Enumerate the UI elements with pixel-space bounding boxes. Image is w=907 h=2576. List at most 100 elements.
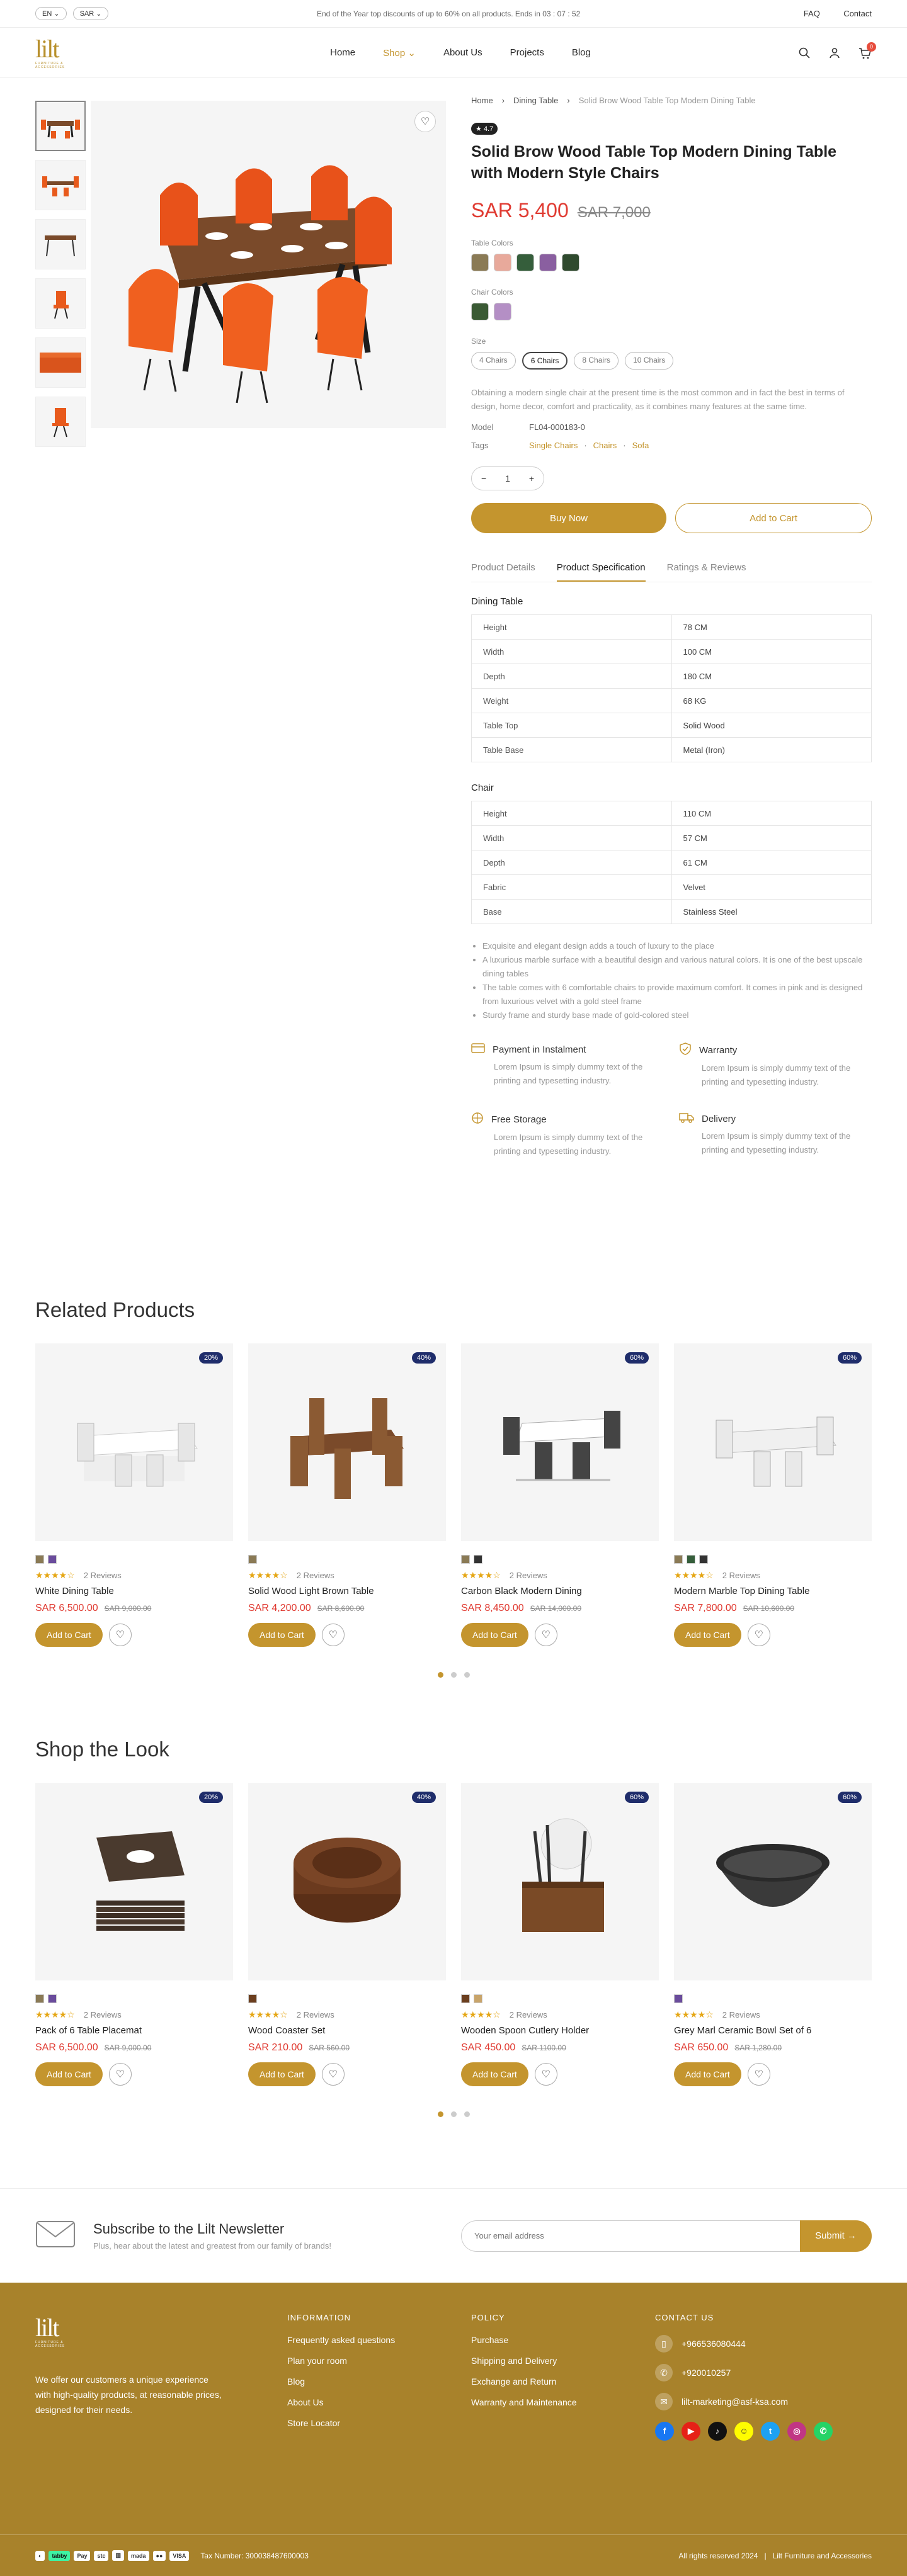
product-name[interactable]: Solid Wood Light Brown Table bbox=[248, 1586, 446, 1596]
tiktok-icon[interactable]: ♪ bbox=[708, 2422, 727, 2441]
phone-link[interactable]: +920010257 bbox=[682, 2368, 731, 2378]
tag-link[interactable]: Chairs bbox=[593, 441, 617, 450]
faq-link[interactable]: FAQ bbox=[804, 9, 820, 18]
tag-link[interactable]: Single Chairs bbox=[529, 441, 578, 450]
quantity-value[interactable]: 1 bbox=[505, 473, 510, 483]
product-card[interactable]: 40% ★★★★☆ 2 Reviews Wood Coaster Set SAR … bbox=[248, 1783, 446, 2086]
product-card[interactable]: 60% ★★★★☆ 2 Reviews Modern Marble Top Din… bbox=[674, 1343, 872, 1647]
tab-product-specification[interactable]: Product Specification bbox=[556, 562, 646, 582]
tab-product-details[interactable]: Product Details bbox=[471, 562, 535, 582]
color-swatch[interactable] bbox=[471, 303, 489, 320]
wishlist-button[interactable]: ♡ bbox=[747, 2063, 770, 2086]
footer-logo[interactable]: lilt FURNITURE & ACCESSORIES bbox=[35, 2313, 79, 2351]
product-image[interactable]: 60% bbox=[461, 1783, 659, 1980]
add-to-cart-button[interactable]: Add to Cart bbox=[675, 503, 872, 533]
size-option[interactable]: 8 Chairs bbox=[574, 352, 619, 370]
product-image[interactable]: 60% bbox=[674, 1343, 872, 1541]
wishlist-button[interactable]: ♡ bbox=[108, 2063, 132, 2086]
color-swatch[interactable] bbox=[562, 254, 579, 271]
color-swatch[interactable] bbox=[516, 254, 534, 271]
wishlist-button[interactable]: ♡ bbox=[321, 1624, 345, 1646]
nav-home[interactable]: Home bbox=[330, 47, 355, 59]
add-to-cart-button[interactable]: Add to Cart bbox=[35, 1623, 103, 1647]
color-swatch[interactable] bbox=[494, 254, 511, 271]
carousel-dot[interactable] bbox=[450, 2111, 457, 2117]
nav-shop[interactable]: Shop ⌄ bbox=[383, 47, 416, 59]
whatsapp-icon[interactable]: ✆ bbox=[814, 2422, 833, 2441]
size-option[interactable]: 4 Chairs bbox=[471, 352, 516, 370]
carousel-dot[interactable] bbox=[464, 1672, 470, 1678]
snapchat-icon[interactable]: ☺ bbox=[734, 2422, 753, 2441]
carousel-dot[interactable] bbox=[450, 1672, 457, 1678]
thumbnail[interactable] bbox=[35, 397, 86, 447]
wishlist-button[interactable]: ♡ bbox=[747, 1624, 770, 1646]
carousel-dot[interactable] bbox=[437, 1672, 443, 1678]
tag-link[interactable]: Sofa bbox=[632, 441, 649, 450]
footer-link[interactable]: Shipping and Delivery bbox=[471, 2356, 577, 2366]
footer-link[interactable]: Warranty and Maintenance bbox=[471, 2397, 577, 2407]
product-image[interactable]: 20% bbox=[35, 1783, 233, 1980]
footer-link[interactable]: Plan your room bbox=[287, 2356, 395, 2366]
color-swatch[interactable] bbox=[48, 1555, 57, 1564]
color-swatch[interactable] bbox=[674, 1555, 683, 1564]
product-card[interactable]: 20% ★★★★☆ 2 Reviews White Dining Table SA… bbox=[35, 1343, 233, 1647]
product-card[interactable]: 20% ★★★★☆ 2 Reviews Pack of 6 Table Place… bbox=[35, 1783, 233, 2086]
currency-select[interactable]: SAR ⌄ bbox=[72, 7, 109, 20]
color-swatch[interactable] bbox=[539, 254, 557, 271]
product-image[interactable]: 40% bbox=[248, 1783, 446, 1980]
product-image[interactable]: 60% bbox=[461, 1343, 659, 1541]
phone-link[interactable]: +966536080444 bbox=[682, 2339, 746, 2349]
color-swatch[interactable] bbox=[461, 1555, 470, 1564]
product-name[interactable]: Carbon Black Modern Dining bbox=[461, 1586, 659, 1596]
add-to-cart-button[interactable]: Add to Cart bbox=[248, 1623, 316, 1647]
wishlist-button[interactable]: ♡ bbox=[534, 2063, 557, 2086]
color-swatch[interactable] bbox=[494, 303, 511, 320]
cart-icon[interactable]: 0 bbox=[858, 42, 876, 60]
nav-blog[interactable]: Blog bbox=[572, 47, 591, 59]
thumbnail[interactable] bbox=[35, 219, 86, 269]
product-name[interactable]: Grey Marl Ceramic Bowl Set of 6 bbox=[674, 2025, 872, 2036]
footer-link[interactable]: About Us bbox=[287, 2397, 395, 2407]
product-card[interactable]: 60% ★★★★☆ 2 Reviews Grey Marl Ceramic Bow… bbox=[674, 1783, 872, 2086]
size-option[interactable]: 10 Chairs bbox=[625, 352, 674, 370]
color-swatch[interactable] bbox=[474, 1994, 482, 2003]
carousel-dot[interactable] bbox=[437, 2111, 443, 2117]
footer-link[interactable]: Purchase bbox=[471, 2335, 577, 2345]
footer-link[interactable]: Blog bbox=[287, 2376, 395, 2387]
product-image[interactable]: 20% bbox=[35, 1343, 233, 1541]
breadcrumb-category[interactable]: Dining Table bbox=[513, 96, 558, 105]
product-name[interactable]: Pack of 6 Table Placemat bbox=[35, 2025, 233, 2036]
product-image[interactable]: 60% bbox=[674, 1783, 872, 1980]
carousel-dot[interactable] bbox=[464, 2111, 470, 2117]
color-swatch[interactable] bbox=[674, 1994, 683, 2003]
footer-link[interactable]: Store Locator bbox=[287, 2418, 395, 2428]
thumbnail[interactable] bbox=[35, 278, 86, 329]
product-image[interactable]: 40% bbox=[248, 1343, 446, 1541]
thumbnail[interactable] bbox=[35, 337, 86, 388]
size-option-selected[interactable]: 6 Chairs bbox=[522, 352, 568, 370]
product-name[interactable]: Wooden Spoon Cutlery Holder bbox=[461, 2025, 659, 2036]
footer-link[interactable]: Exchange and Return bbox=[471, 2376, 577, 2387]
color-swatch[interactable] bbox=[248, 1994, 257, 2003]
product-card[interactable]: 60% ★★★★☆ 2 Reviews Carbon Black Modern D… bbox=[461, 1343, 659, 1647]
product-card[interactable]: 40% ★★★★☆ 2 Reviews Solid Wood Light Brow… bbox=[248, 1343, 446, 1647]
tab-ratings-reviews[interactable]: Ratings & Reviews bbox=[667, 562, 746, 582]
wishlist-button[interactable]: ♡ bbox=[534, 1624, 557, 1646]
logo[interactable]: lilt FURNITURE & ACCESSORIES bbox=[35, 34, 79, 72]
color-swatch[interactable] bbox=[35, 1994, 44, 2003]
color-swatch[interactable] bbox=[48, 1994, 57, 2003]
add-to-cart-button[interactable]: Add to Cart bbox=[461, 2062, 528, 2086]
contact-link[interactable]: Contact bbox=[843, 9, 872, 18]
thumbnail[interactable] bbox=[35, 160, 86, 210]
color-swatch[interactable] bbox=[248, 1555, 257, 1564]
product-name[interactable]: White Dining Table bbox=[35, 1586, 233, 1596]
user-icon[interactable] bbox=[828, 46, 841, 60]
thumbnail[interactable] bbox=[35, 101, 86, 151]
color-swatch[interactable] bbox=[35, 1555, 44, 1564]
color-swatch[interactable] bbox=[699, 1555, 708, 1564]
color-swatch[interactable] bbox=[474, 1555, 482, 1564]
add-to-cart-button[interactable]: Add to Cart bbox=[674, 2062, 741, 2086]
footer-link[interactable]: Frequently asked questions bbox=[287, 2335, 395, 2345]
breadcrumb-home[interactable]: Home bbox=[471, 96, 493, 105]
product-card[interactable]: 60% ★★★★☆ 2 Reviews Wooden Spoon Cutlery … bbox=[461, 1783, 659, 2086]
